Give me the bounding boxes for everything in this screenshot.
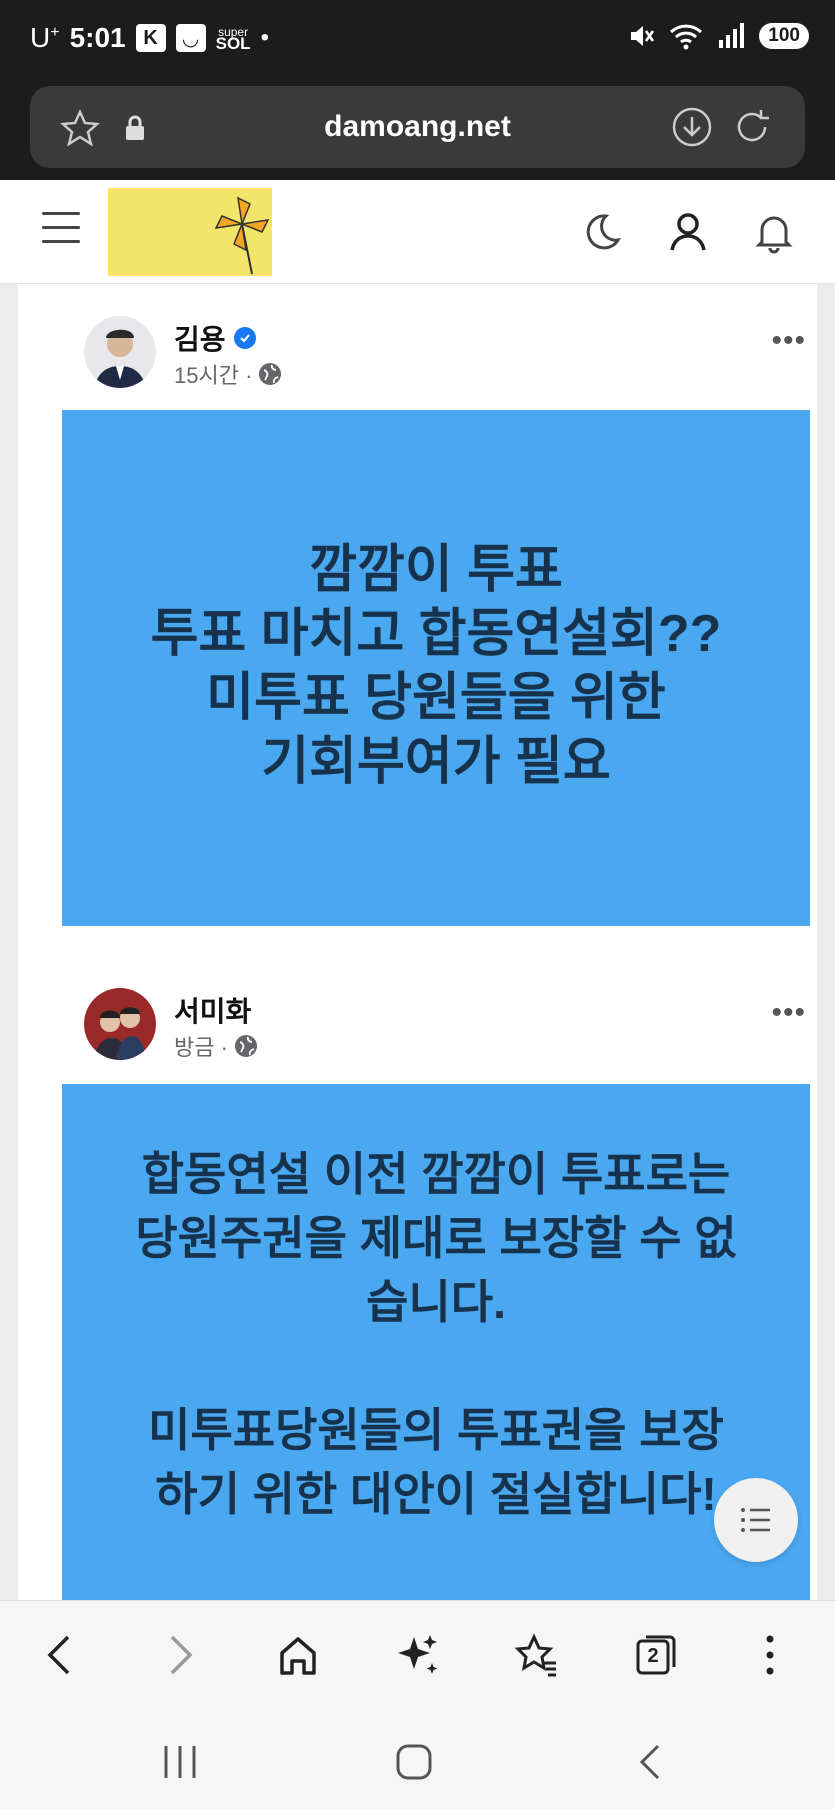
- tab-count: 2: [647, 1645, 659, 1667]
- download-icon[interactable]: [671, 106, 713, 148]
- author-name[interactable]: 김용: [174, 318, 256, 358]
- globe-icon: [259, 363, 282, 385]
- home-icon[interactable]: [274, 1631, 322, 1679]
- recent-apps-icon[interactable]: [160, 1742, 200, 1782]
- avatar[interactable]: [84, 988, 156, 1060]
- browser-bottom-bar: 2: [0, 1600, 835, 1712]
- post-line: 미투표 당원들을 위한: [206, 669, 666, 727]
- wifi-icon: [670, 24, 703, 50]
- app-smile-icon: ◡: [175, 24, 206, 52]
- notification-dot: •: [260, 24, 269, 51]
- post-line: 습니다.: [366, 1276, 506, 1328]
- forward-arrow-icon[interactable]: [160, 1631, 200, 1679]
- system-back-icon[interactable]: [630, 1742, 670, 1782]
- clock: 5:01: [69, 22, 126, 53]
- post-header: 김용 15시간 · •••: [66, 316, 806, 396]
- reload-icon[interactable]: [731, 106, 773, 148]
- verified-badge-icon: [233, 327, 256, 349]
- post-line: 깜깜이 투표: [309, 541, 563, 599]
- supersol-icon: super SOL: [215, 25, 251, 53]
- more-options-button[interactable]: •••: [771, 324, 806, 358]
- post-image-text: 합동연설 이전 깜깜이 투표로는 당원주권을 제대로 보장할 수 없 습니다. …: [62, 1084, 810, 1600]
- status-bar: U+ 5:01 K ◡ super SOL • 100: [0, 0, 835, 80]
- address-bar[interactable]: damoang.net: [30, 86, 805, 168]
- post-line: 투표 마치고 합동연설회??: [150, 605, 722, 663]
- carrier-label: U+: [30, 22, 60, 53]
- post-line: 기회부여가 필요: [261, 733, 611, 791]
- post-meta: 방금 ·: [174, 1030, 258, 1062]
- dark-mode-moon-icon[interactable]: [578, 210, 622, 254]
- post-card: 김용 15시간 · ••• 깜깜이 투표 투표 마치고 합동연설회?? 미투표 …: [18, 284, 817, 1600]
- signal-icon: [719, 23, 745, 48]
- tabs-button[interactable]: 2: [632, 1631, 680, 1679]
- site-header: [0, 180, 835, 284]
- list-icon: [741, 1508, 770, 1532]
- post-line: 당원주권을 제대로 보장할 수 없: [135, 1212, 737, 1264]
- app-k-icon: K: [135, 24, 166, 52]
- home-button-icon[interactable]: [394, 1742, 434, 1782]
- back-arrow-icon[interactable]: [40, 1631, 80, 1679]
- user-profile-icon[interactable]: [666, 210, 710, 254]
- pinwheel-icon: [214, 196, 270, 275]
- browser-toolbar: damoang.net: [0, 80, 835, 180]
- avatar[interactable]: [84, 316, 156, 388]
- post-header: 서미화 방금 · •••: [66, 988, 806, 1068]
- post-meta: 15시간 ·: [174, 358, 282, 390]
- more-options-button[interactable]: •••: [771, 996, 806, 1030]
- battery-indicator: 100: [759, 23, 809, 49]
- post-line: 미투표당원들의 투표권을 보장: [148, 1404, 724, 1456]
- notification-bell-icon[interactable]: [752, 210, 796, 254]
- list-fab-button[interactable]: [714, 1478, 798, 1562]
- ai-sparkle-icon[interactable]: [394, 1631, 442, 1679]
- author-name[interactable]: 서미화: [174, 990, 251, 1030]
- menu-icon[interactable]: [42, 212, 80, 244]
- system-navigation-bar: [0, 1712, 835, 1809]
- mute-icon: [631, 26, 655, 46]
- post-line: 하기 위한 대안이 절실합니다!: [155, 1468, 717, 1520]
- bookmarks-icon[interactable]: [512, 1631, 560, 1679]
- globe-icon: [234, 1035, 257, 1057]
- post-line: 합동연설 이전 깜깜이 투표로는: [141, 1148, 731, 1200]
- post-line: [62, 1334, 810, 1398]
- site-logo[interactable]: [108, 188, 272, 276]
- post-image-text: 깜깜이 투표 투표 마치고 합동연설회?? 미투표 당원들을 위한 기회부여가 …: [62, 410, 810, 926]
- more-menu-icon[interactable]: [760, 1631, 780, 1679]
